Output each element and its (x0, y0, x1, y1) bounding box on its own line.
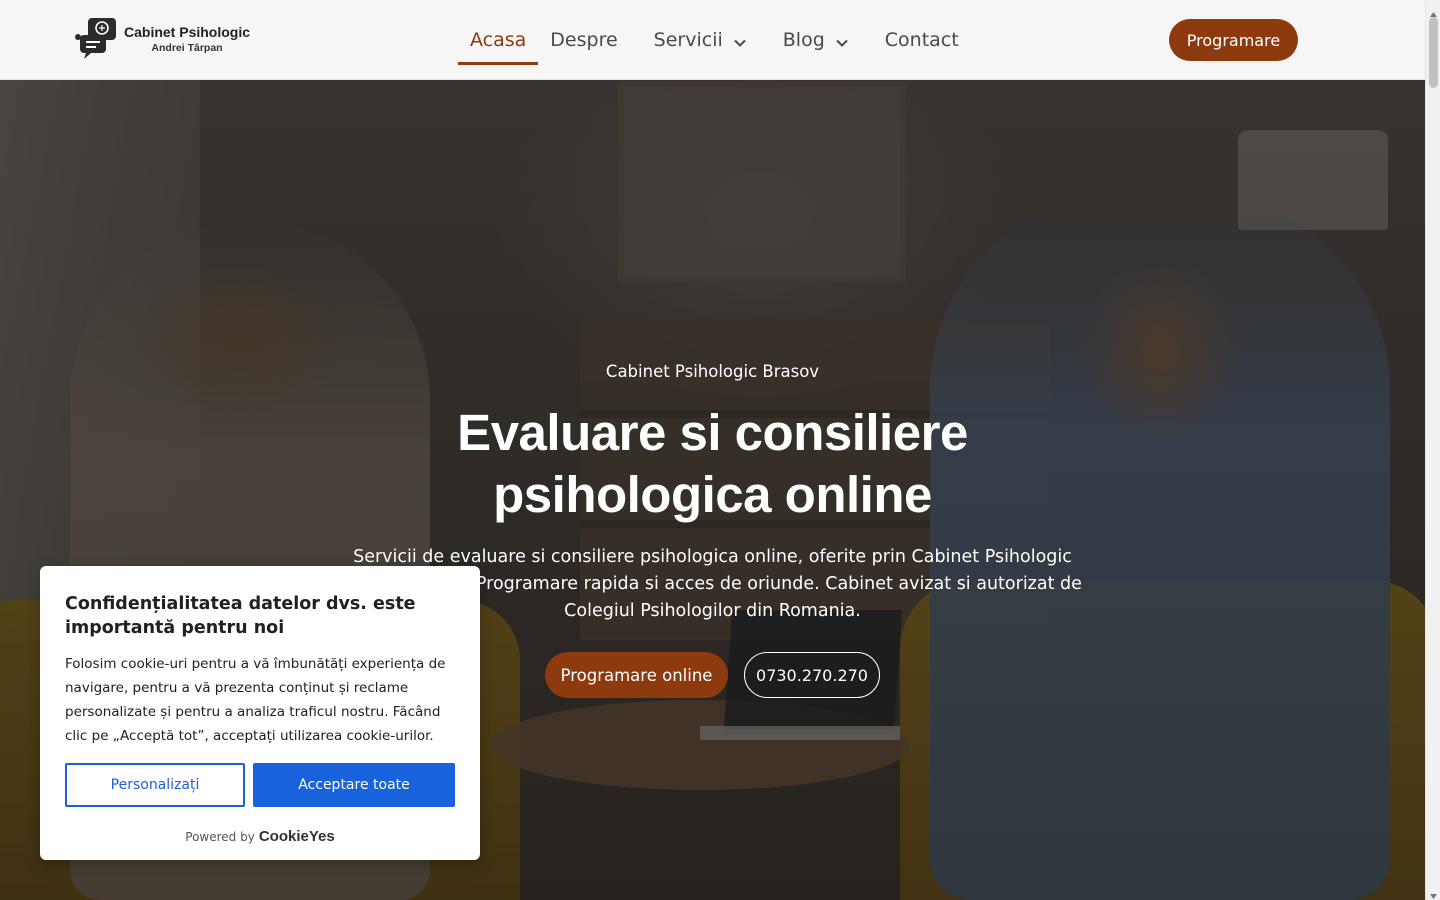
cookie-powered-by[interactable]: Powered by CookieYes (40, 828, 480, 845)
logo-subtitle: Andrei Târpan (151, 41, 223, 54)
nav-item-despre[interactable]: Despre (550, 0, 617, 80)
scroll-down-arrow-icon[interactable] (1429, 886, 1438, 899)
chevron-down-icon (835, 33, 849, 47)
hero-headline: Evaluare si consiliere psihologica onlin… (340, 402, 1085, 526)
hero-eyebrow: Cabinet Psihologic Brasov (605, 362, 820, 381)
programare-button[interactable]: Programare (1169, 19, 1298, 61)
page-scrollbar[interactable] (1425, 0, 1440, 900)
nav-label: Acasa (470, 29, 527, 51)
hero-headline-line1: Evaluare si consiliere (457, 404, 968, 461)
site-header: Cabinet Psihologic Andrei Târpan Acasa D… (0, 0, 1425, 80)
cookie-description: Folosim cookie-uri pentru a vă îmbunătăț… (65, 656, 446, 744)
brain-chat-logo-icon (74, 17, 118, 61)
cookie-accept-all-button[interactable]: Acceptare toate (253, 763, 455, 807)
main-nav: Acasa Despre Servicii Blog Contact (458, 0, 959, 80)
scrollbar-thumb[interactable] (1429, 17, 1438, 88)
chevron-down-icon (733, 33, 747, 47)
cookie-customize-button[interactable]: Personalizați (65, 763, 245, 807)
cookie-title: Confidențialitatea datelor dvs. este imp… (65, 594, 416, 638)
powered-by-label: Powered by (185, 830, 255, 844)
nav-item-blog[interactable]: Blog (783, 0, 849, 80)
nav-item-servicii[interactable]: Servicii (654, 0, 747, 80)
nav-item-acasa[interactable]: Acasa (458, 0, 539, 80)
cookieyes-logo: CookieYes (258, 828, 335, 845)
programare-online-button[interactable]: Programare online (545, 652, 728, 698)
phone-button[interactable]: 0730.270.270 (744, 652, 880, 698)
nav-label: Servicii (653, 29, 723, 51)
cookie-consent-banner: Confidențialitatea datelor dvs. este imp… (40, 566, 480, 860)
scroll-up-arrow-icon[interactable] (1429, 4, 1438, 17)
logo-title: Cabinet Psihologic (124, 24, 251, 41)
hero-headline-line2: psihologica online (493, 466, 932, 523)
nav-label: Despre (550, 29, 618, 51)
nav-item-contact[interactable]: Contact (885, 0, 959, 80)
nav-label: Contact (884, 29, 959, 51)
nav-label: Blog (782, 29, 825, 51)
site-logo[interactable]: Cabinet Psihologic Andrei Târpan (74, 17, 250, 61)
